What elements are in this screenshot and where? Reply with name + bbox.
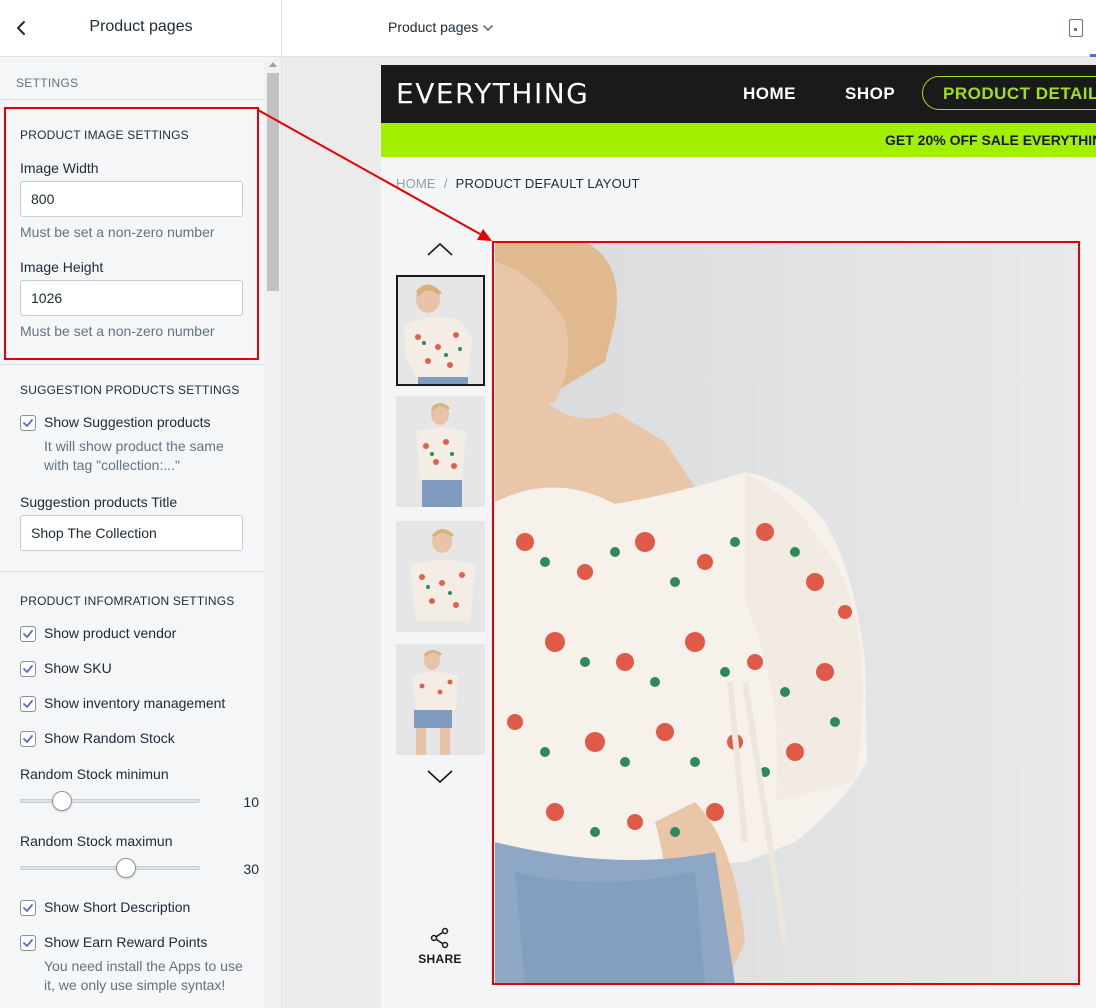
suggestion-title-input[interactable]: [20, 515, 243, 551]
sidebar-scrollbar[interactable]: [264, 57, 281, 1008]
show-sku-label: Show SKU: [44, 660, 112, 676]
stock-min-value: 10: [243, 794, 259, 810]
show-sku-checkbox[interactable]: [20, 661, 36, 677]
mobile-device-icon[interactable]: [1069, 19, 1083, 37]
show-suggestion-help: It will show product the same with tag "…: [44, 437, 244, 475]
stock-max-slider[interactable]: [20, 858, 200, 878]
show-vendor-checkbox[interactable]: [20, 626, 36, 642]
stock-min-slider[interactable]: [20, 791, 200, 811]
share-button[interactable]: SHARE: [411, 927, 469, 966]
annotation-highlight-box: [492, 241, 1080, 985]
product-thumbnail[interactable]: [396, 521, 485, 632]
slider-thumb[interactable]: [52, 791, 72, 811]
promo-text: GET 20% OFF SALE EVERYTHING: [885, 132, 1096, 148]
show-short-desc-checkbox[interactable]: [20, 900, 36, 916]
checkmark-icon: [23, 939, 33, 947]
breadcrumb-current: PRODUCT DEFAULT LAYOUT: [455, 176, 640, 191]
help-line: You need install the Apps to use: [44, 958, 243, 974]
breadcrumb-separator: /: [443, 176, 448, 191]
checkmark-icon: [23, 700, 33, 708]
nav-product-detail-label: PRODUCT DETAIL: [943, 84, 1096, 103]
show-suggestion-checkbox[interactable]: [20, 415, 36, 431]
show-reward-label: Show Earn Reward Points: [44, 934, 208, 950]
page-selector-dropdown[interactable]: Product pages: [388, 19, 494, 35]
slider-track: [20, 866, 200, 870]
help-line: it, we only use simple syntax!: [44, 977, 226, 993]
nav-shop-link[interactable]: SHOP: [845, 84, 895, 104]
show-random-stock-label: Show Random Stock: [44, 730, 175, 746]
preview-top-bar: Product pages: [282, 0, 1096, 57]
stock-max-value: 30: [243, 861, 259, 877]
sidebar-header: Product pages: [0, 0, 281, 57]
breadcrumb: HOME / PRODUCT DEFAULT LAYOUT: [396, 176, 640, 191]
stock-min-label: Random Stock minimun: [20, 766, 169, 782]
help-line: with tag "collection:...": [44, 457, 181, 473]
product-info-settings-title: PRODUCT INFOMRATION SETTINGS: [20, 594, 235, 608]
divider: [0, 364, 264, 365]
stock-max-label: Random Stock maximun: [20, 833, 173, 849]
chevron-down-icon[interactable]: [427, 770, 453, 784]
divider: [0, 99, 264, 100]
suggestion-title-label: Suggestion products Title: [20, 494, 178, 510]
share-label: SHARE: [418, 952, 462, 966]
promo-banner: GET 20% OFF SALE EVERYTHING: [381, 123, 1096, 157]
slider-thumb[interactable]: [116, 858, 136, 878]
annotation-highlight-box: [4, 107, 259, 360]
page-selector-label: Product pages: [388, 19, 479, 35]
share-icon: [430, 927, 449, 949]
checkmark-icon: [23, 665, 33, 673]
product-thumbnail[interactable]: [396, 644, 485, 755]
nav-home-link[interactable]: HOME: [743, 84, 796, 104]
slider-track: [20, 799, 200, 803]
nav-product-detail-link[interactable]: PRODUCT DETAIL: [922, 76, 1096, 110]
checkmark-icon: [23, 630, 33, 638]
thumbnail-image: [396, 521, 485, 632]
theme-settings-sidebar: Product pages SETTINGS PRODUCT IMAGE SET…: [0, 0, 282, 1008]
thumbnail-image: [398, 277, 483, 384]
help-line: It will show product the same: [44, 438, 224, 454]
reward-help: You need install the Apps to use it, we …: [44, 957, 259, 995]
settings-heading: SETTINGS: [16, 76, 79, 90]
scrollbar-thumb[interactable]: [267, 73, 279, 291]
checkmark-icon: [23, 419, 33, 427]
chevron-up-icon[interactable]: [427, 242, 453, 256]
suggestion-settings-title: SUGGESTION PRODUCTS SETTINGS: [20, 383, 240, 397]
show-inventory-checkbox[interactable]: [20, 696, 36, 712]
store-nav-bar: EVERYTHING HOME SHOP PRODUCT DETAIL: [381, 65, 1096, 123]
scroll-up-arrow-icon[interactable]: [269, 62, 277, 67]
checkmark-icon: [23, 904, 33, 912]
show-vendor-label: Show product vendor: [44, 625, 177, 641]
sidebar-title: Product pages: [89, 18, 193, 35]
product-thumbnail[interactable]: [396, 275, 485, 386]
divider: [0, 571, 264, 572]
store-logo[interactable]: EVERYTHING: [396, 77, 589, 110]
show-random-stock-checkbox[interactable]: [20, 731, 36, 747]
thumbnail-image: [396, 644, 485, 755]
product-thumbnail[interactable]: [396, 396, 485, 507]
show-reward-checkbox[interactable]: [20, 935, 36, 951]
device-dot: [1074, 28, 1077, 31]
checkmark-icon: [23, 735, 33, 743]
show-inventory-label: Show inventory management: [44, 695, 226, 711]
chevron-down-icon: [483, 25, 494, 32]
breadcrumb-home[interactable]: HOME: [396, 176, 436, 191]
show-suggestion-label: Show Suggestion products: [44, 414, 211, 430]
thumbnail-image: [396, 396, 485, 507]
show-short-desc-label: Show Short Description: [44, 899, 191, 915]
